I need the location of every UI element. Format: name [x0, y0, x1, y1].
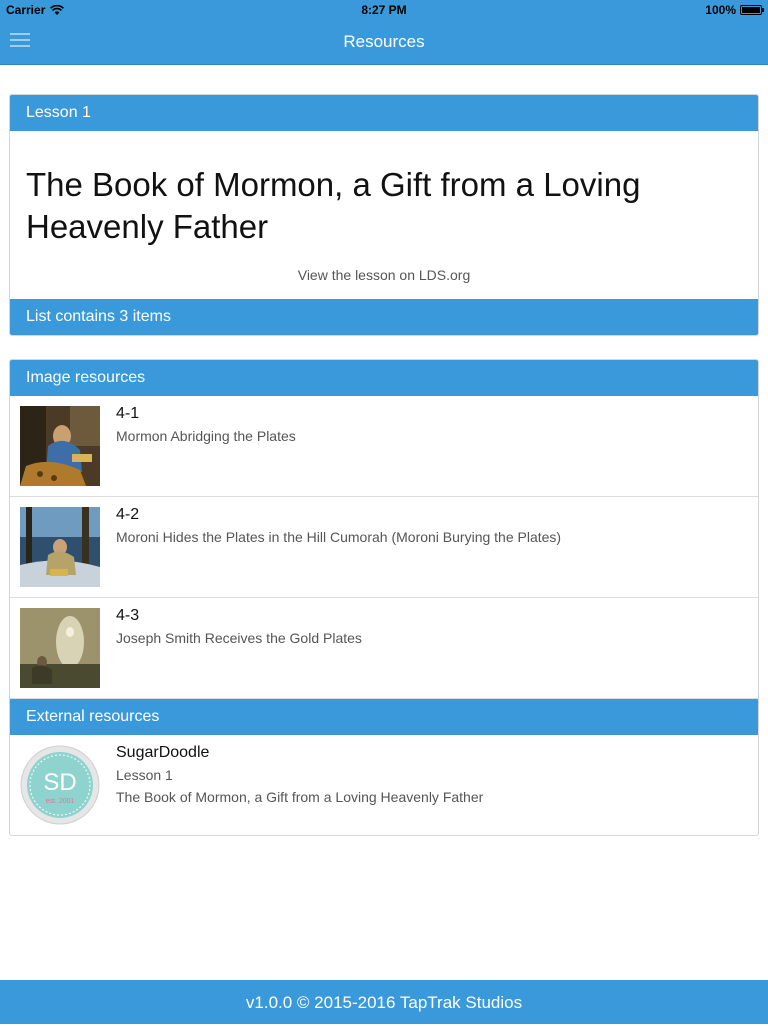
image-resource-item[interactable]: 4-3 Joseph Smith Receives the Gold Plate… — [10, 597, 758, 698]
item-name: 4-2 — [116, 506, 140, 523]
lesson-card: Lesson 1 The Book of Mormon, a Gift from… — [9, 94, 759, 336]
battery-icon — [740, 5, 764, 15]
navigation-bar: Resources — [0, 20, 768, 65]
page-title: Resources — [343, 32, 425, 51]
battery-indicator: 100% — [705, 3, 764, 17]
footer-copyright: v1.0.0 © 2015-2016 TapTrak Studios — [245, 993, 523, 1012]
painting-thumbnail — [20, 406, 100, 486]
item-name: 4-3 — [116, 607, 140, 624]
external-resources-header: External resources — [10, 698, 758, 735]
battery-percent: 100% — [705, 3, 736, 17]
item-name: 4-1 — [116, 405, 140, 422]
sugardoodle-logo: SD est. 2001 — [20, 745, 100, 825]
view-lesson-link[interactable]: View the lesson on LDS.org — [10, 267, 758, 299]
item-description: Moroni Hides the Plates in the Hill Cumo… — [116, 529, 562, 545]
item-description: Mormon Abridging the Plates — [116, 428, 296, 444]
image-resources-header: Image resources — [10, 360, 758, 396]
footer-bar: v1.0.0 © 2015-2016 TapTrak Studios — [0, 980, 768, 1024]
external-resource-item[interactable]: SD est. 2001 SugarDoodle Lesson 1 The Bo… — [10, 735, 758, 835]
status-time: 8:27 PM — [361, 3, 407, 17]
item-description: Joseph Smith Receives the Gold Plates — [116, 630, 362, 646]
item-name: SugarDoodle — [116, 744, 210, 761]
list-count-footer: List contains 3 items — [10, 299, 758, 335]
lesson-header: Lesson 1 — [10, 95, 758, 131]
image-resource-item[interactable]: 4-2 Moroni Hides the Plates in the Hill … — [10, 496, 758, 597]
svg-text:SD: SD — [43, 769, 76, 796]
item-subtitle: Lesson 1 — [116, 767, 173, 783]
svg-text:est. 2001: est. 2001 — [46, 798, 75, 805]
image-resource-item[interactable]: 4-1 Mormon Abridging the Plates — [10, 396, 758, 496]
resources-card: Image resources 4-1 Mormon Abridging the… — [9, 359, 759, 836]
painting-thumbnail — [20, 608, 100, 688]
painting-thumbnail — [20, 507, 100, 587]
lesson-title: The Book of Mormon, a Gift from a Loving… — [26, 166, 641, 245]
status-bar: Carrier 8:27 PM 100% — [0, 0, 768, 20]
item-description: The Book of Mormon, a Gift from a Loving… — [116, 789, 484, 805]
